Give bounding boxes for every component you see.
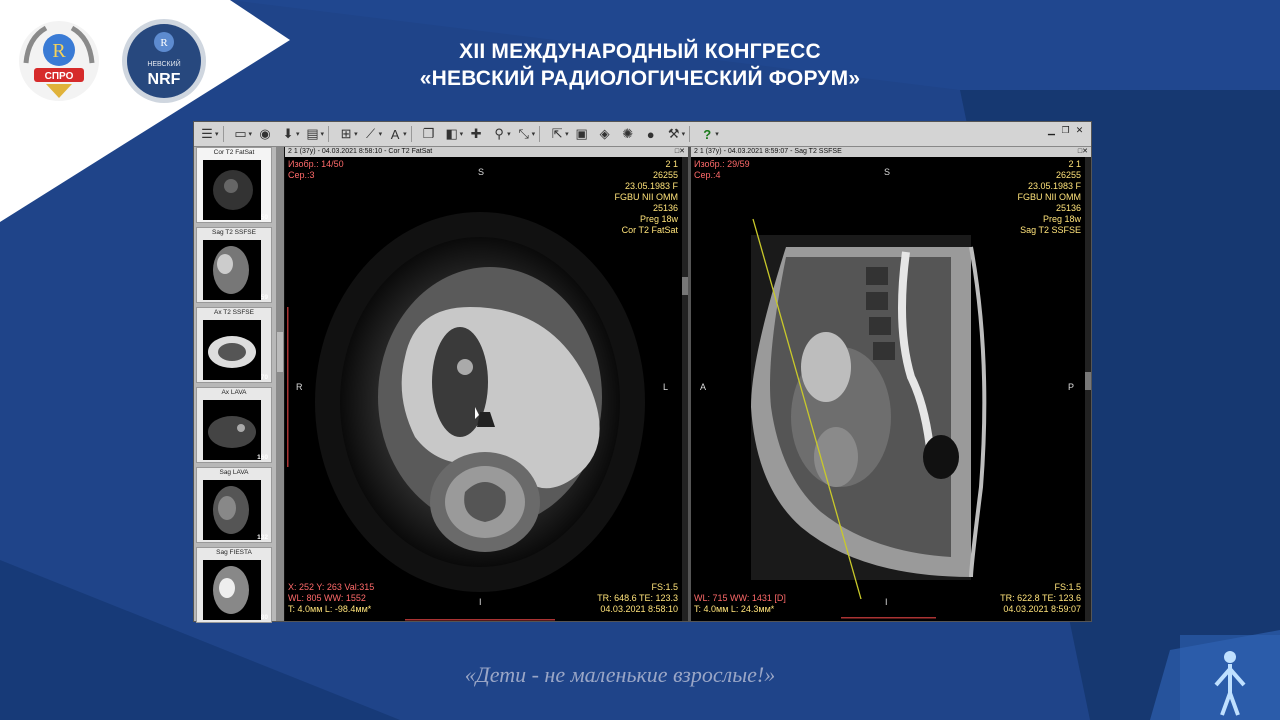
- minimize-icon[interactable]: ▁: [1046, 125, 1057, 136]
- title-line-2: «НЕВСКИЙ РАДИОЛОГИЧЕСКИЙ ФОРУМ»: [419, 67, 861, 90]
- cd-icon[interactable]: ◉: [255, 125, 275, 143]
- viewer-toolbar: ☰ ▾ ▭ ▾ ◉ ⬇ ▾ ▤ ▾ ⊞ ▾ ⟋ ▾ A ▾ ❐ ◧ ▾ ✚ ⚲ ▾ ⤡ ▾ ⇱ ▾ ▣…: [194, 122, 1091, 147]
- nrf-logo: R НЕВСКИЙ NRF: [122, 19, 206, 103]
- crosshair-icon[interactable]: ✚: [466, 125, 486, 143]
- zoom-icon[interactable]: ⚲: [489, 125, 509, 143]
- tr-te: TR: 648.6 TE: 123.3: [597, 593, 678, 603]
- pan-icon[interactable]: ⤡: [514, 125, 534, 143]
- nrf-logo-text: NRF: [148, 71, 181, 88]
- close-icon[interactable]: ✕: [1074, 125, 1085, 136]
- download-icon[interactable]: ⬇: [278, 125, 298, 143]
- image-number: Изобр.: 29/59: [694, 159, 750, 169]
- viewport-coronal[interactable]: 2 1 (37y) - 04.03.2021 8:58:10 - Cor T2 …: [285, 147, 688, 621]
- series-thumbnail[interactable]: Ax LAVA 160: [196, 387, 272, 463]
- screenshot-icon[interactable]: ▣: [572, 125, 592, 143]
- patient-info: 2 1 26255 23.05.1983 F FGBU NII OMM 2513…: [1017, 159, 1082, 235]
- series-thumbnail[interactable]: Cor T2 FatSat 50: [196, 147, 272, 223]
- layout-icon[interactable]: ☰: [197, 125, 217, 143]
- series-thumbnail[interactable]: Sag FIESTA 80: [196, 547, 272, 623]
- image-number: Изобр.: 14/50: [288, 159, 344, 169]
- orientation-bottom: I: [479, 597, 482, 607]
- acquisition-datetime: 04.03.2021 8:58:10: [600, 604, 678, 614]
- fs-value: FS:1.5: [1054, 582, 1081, 592]
- sphere-icon[interactable]: ●: [641, 125, 661, 143]
- orientation-left: R: [296, 382, 303, 392]
- svg-text:R: R: [160, 37, 168, 49]
- grid-icon[interactable]: ⊞: [336, 125, 356, 143]
- patient-info: 2 1 26255 23.05.1983 F FGBU NII OMM 2513…: [614, 159, 679, 235]
- slice-thickness: T: 4.0мм L: -98.4мм*: [288, 604, 372, 614]
- restore-icon[interactable]: ❐: [1060, 125, 1071, 136]
- orientation-right: L: [663, 382, 669, 392]
- series-thumbnail[interactable]: Sag T2 SSFSE 59: [196, 227, 272, 303]
- orientation-left: A: [700, 382, 707, 392]
- viewport-header: 2 1 (37y) - 04.03.2021 8:59:07 - Sag T2 …: [691, 147, 1091, 157]
- 3d-icon[interactable]: ◈: [595, 125, 615, 143]
- viewport-scrollbar[interactable]: [1085, 157, 1091, 621]
- nrf-logo-small: НЕВСКИЙ: [147, 59, 180, 68]
- human-figure-icon: [1180, 635, 1280, 720]
- slide-quote: «Дети - не маленькие взрослые!»: [464, 662, 776, 687]
- window-level-icon[interactable]: ◧: [442, 125, 462, 143]
- text-icon[interactable]: A: [385, 125, 405, 143]
- window-level: WL: 715 WW: 1431 [D]: [694, 593, 786, 603]
- acquisition-datetime: 04.03.2021 8:59:07: [1003, 604, 1081, 614]
- save-icon[interactable]: ▤: [303, 125, 323, 143]
- series-thumbnail-panel: Cor T2 FatSat 50 Sag T2 SSFSE 59 Ax T2 S…: [194, 147, 276, 623]
- series-number: Сер.:3: [288, 170, 315, 180]
- window-controls: ▁ ❐ ✕: [1046, 125, 1085, 136]
- cursor-readout: X: 252 Y: 263 Val:315: [288, 582, 375, 592]
- series-thumbnail[interactable]: Sag LAVA 132: [196, 467, 272, 543]
- measure-icon[interactable]: ⟋: [361, 125, 381, 143]
- orientation-bottom: I: [885, 597, 888, 607]
- viewport-sagittal[interactable]: 2 1 (37y) - 04.03.2021 8:59:07 - Sag T2 …: [691, 147, 1091, 621]
- title-line-1: XII МЕЖДУНАРОДНЫЙ КОНГРЕСС: [459, 40, 821, 63]
- spro-logo: R СПРО: [19, 21, 99, 101]
- cursor-icon[interactable]: ⇱: [547, 125, 567, 143]
- fs-value: FS:1.5: [651, 582, 678, 592]
- dicom-viewer-window: ☰ ▾ ▭ ▾ ◉ ⬇ ▾ ▤ ▾ ⊞ ▾ ⟋ ▾ A ▾ ❐ ◧ ▾ ✚ ⚲ ▾ ⤡ ▾ ⇱ ▾ ▣…: [193, 121, 1092, 623]
- help-icon[interactable]: ?: [697, 125, 717, 143]
- copy-icon[interactable]: ❐: [419, 125, 439, 143]
- window-level: WL: 805 WW: 1552: [288, 593, 366, 603]
- thumbnail-scrollbar[interactable]: [276, 147, 284, 621]
- spro-logo-text: СПРО: [45, 71, 74, 82]
- slice-thickness: T: 4.0мм L: 24.3мм*: [694, 604, 775, 614]
- slide-title: XII МЕЖДУНАРОДНЫЙ КОНГРЕСС «НЕВСКИЙ РАДИ…: [290, 38, 990, 92]
- orientation-right: P: [1068, 382, 1075, 392]
- orientation-top: S: [478, 167, 485, 177]
- mpr-icon[interactable]: ✺: [618, 125, 638, 143]
- folder-icon[interactable]: ▭: [231, 125, 251, 143]
- orientation-top: S: [884, 167, 891, 177]
- series-number: Сер.:4: [694, 170, 721, 180]
- tr-te: TR: 622.8 TE: 123.6: [1000, 593, 1081, 603]
- tools-icon[interactable]: ⚒: [664, 125, 684, 143]
- viewport-header: 2 1 (37y) - 04.03.2021 8:58:10 - Cor T2 …: [285, 147, 688, 157]
- series-thumbnail[interactable]: Ax T2 SSFSE 70: [196, 307, 272, 383]
- spro-logo-letter: R: [52, 40, 66, 62]
